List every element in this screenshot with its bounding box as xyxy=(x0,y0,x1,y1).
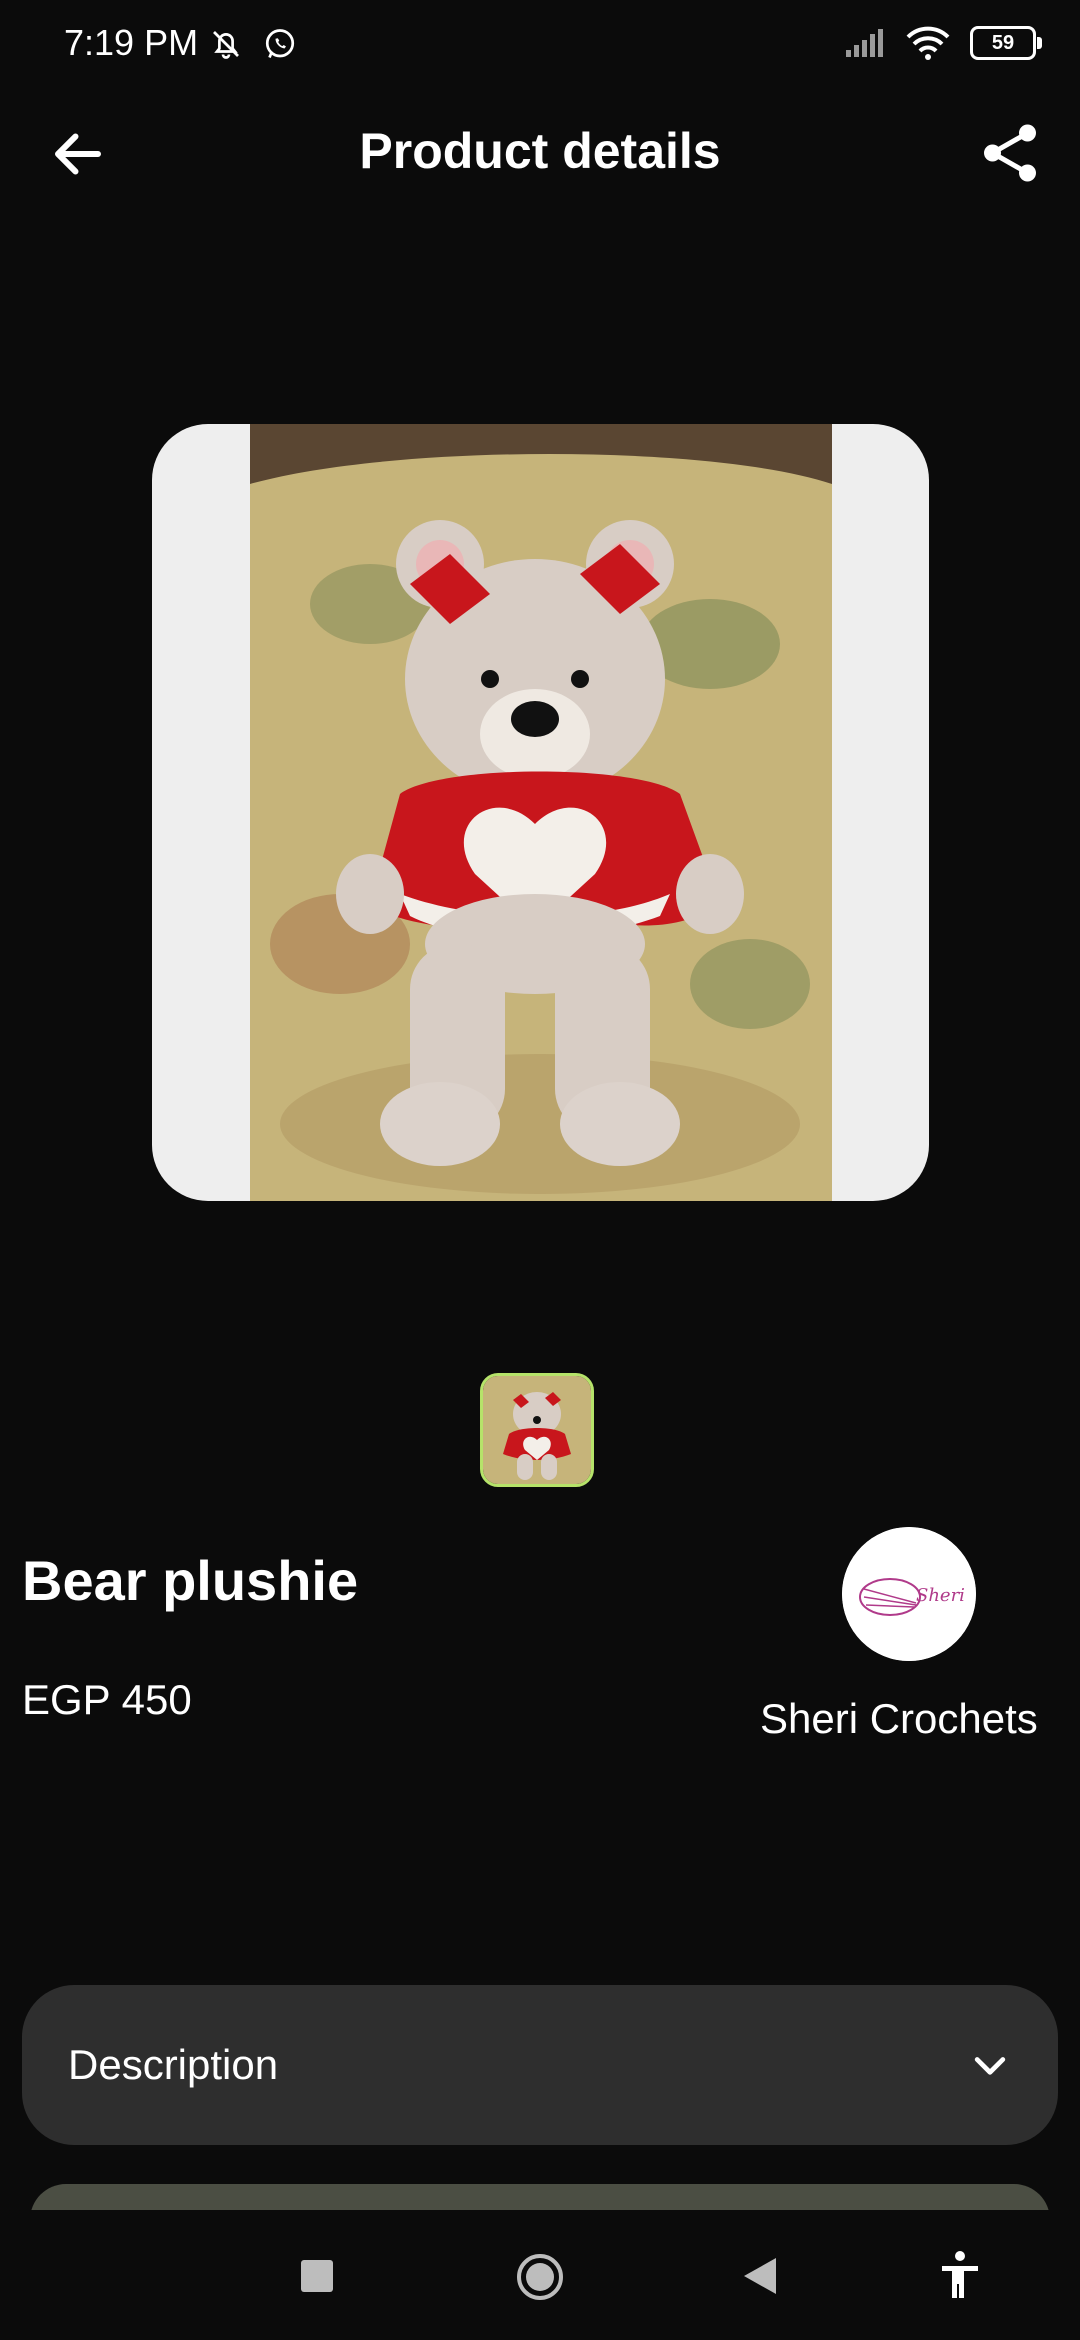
product-price: EGP 450 xyxy=(22,1676,192,1723)
signal-icon xyxy=(846,29,883,57)
status-left-icons xyxy=(208,26,298,62)
nav-back-button[interactable] xyxy=(742,2256,778,2296)
battery-icon: 59 xyxy=(970,26,1042,60)
accessibility-icon[interactable] xyxy=(940,2250,980,2300)
description-label: Description xyxy=(68,2041,279,2088)
wifi-icon xyxy=(906,26,950,60)
thumbnail-image xyxy=(483,1376,591,1484)
product-thumbnail[interactable] xyxy=(480,1373,594,1487)
whatsapp-icon xyxy=(265,29,295,59)
seller-avatar[interactable]: Sheri xyxy=(842,1527,976,1661)
description-accordion[interactable]: Description xyxy=(22,1985,1058,2145)
battery-level: 59 xyxy=(991,31,1015,54)
product-photo xyxy=(250,424,832,1201)
home-button[interactable] xyxy=(516,2253,564,2301)
recents-button[interactable] xyxy=(301,2260,333,2292)
seller-logo-image: Sheri xyxy=(842,1527,976,1661)
status-time: 7:19 PM xyxy=(64,22,199,63)
product-name: Bear plushie xyxy=(22,1549,359,1612)
bell-muted-icon xyxy=(213,31,239,59)
product-image-card[interactable] xyxy=(152,424,929,1201)
seller-name[interactable]: Sheri Crochets xyxy=(760,1695,1038,1743)
page-title: Product details xyxy=(359,123,721,179)
status-right-icons: 59 xyxy=(844,26,1042,60)
seller-logo-text: Sheri xyxy=(916,1585,965,1606)
share-button[interactable] xyxy=(980,120,1040,186)
chevron-down-icon xyxy=(974,2057,1006,2075)
